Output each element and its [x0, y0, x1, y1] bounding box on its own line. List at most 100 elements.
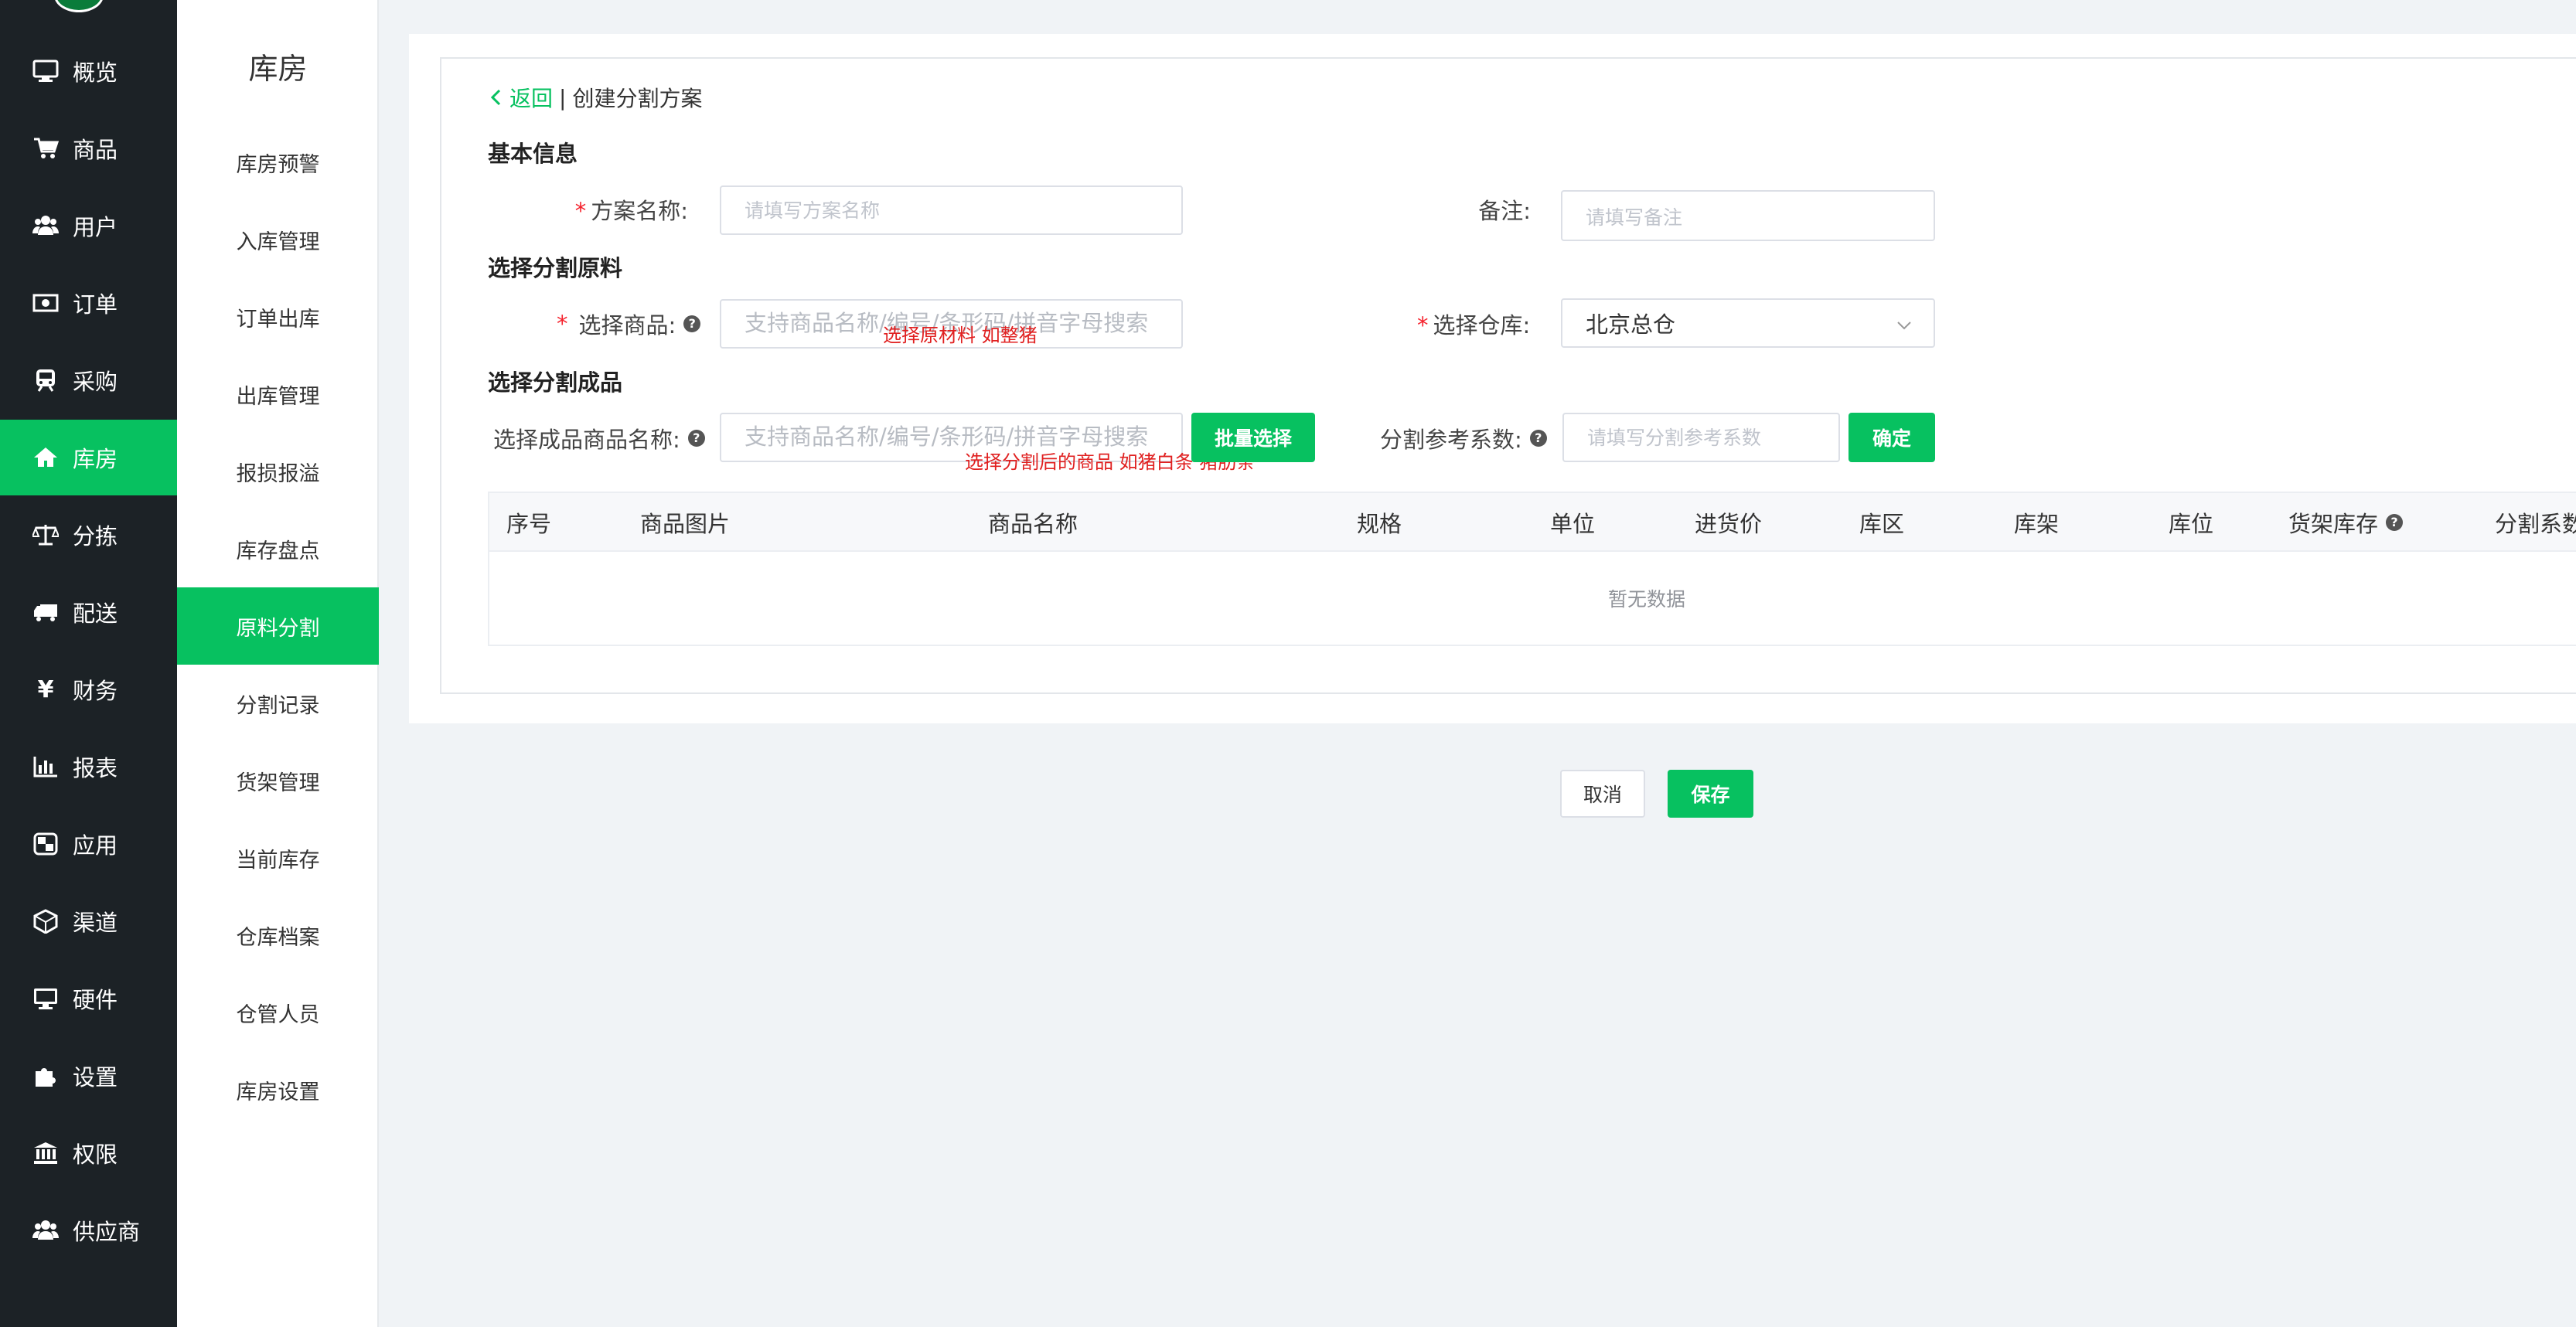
help-icon[interactable]: ?: [687, 430, 705, 447]
subnav-item-order-outbound[interactable]: 订单出库: [177, 278, 379, 356]
subnav-item-keepers[interactable]: 仓管人员: [177, 974, 379, 1051]
subnav-item-shelf-management[interactable]: 货架管理: [177, 742, 379, 819]
sidebar-item-suppliers[interactable]: 供应商: [0, 1193, 177, 1268]
apps-icon: [32, 832, 59, 856]
money-icon: [32, 291, 59, 315]
brand-logo[interactable]: [54, 0, 104, 12]
batch-select-button[interactable]: 批量选择: [1191, 413, 1315, 462]
section-basic-info: 基本信息: [488, 141, 578, 167]
plan-name-label: * 方案名称:: [574, 198, 688, 224]
col-header-spec: 规格: [1357, 511, 1402, 537]
subnav-title: 库房: [248, 52, 308, 86]
sidebar-item-label: 订单: [73, 291, 118, 318]
subnav-item-warehouse-settings[interactable]: 库房设置: [177, 1051, 379, 1128]
users-icon: [32, 1218, 59, 1243]
help-icon[interactable]: ?: [683, 315, 701, 332]
warehouse-label: * 选择仓库:: [1417, 312, 1531, 339]
split-coefficient-label: 分割参考系数: ?: [1380, 422, 1547, 454]
col-header-purchase-price: 进货价: [1695, 511, 1763, 537]
bank-icon: [32, 1141, 59, 1165]
split-products-table: 序号 商品图片 商品名称 规格 单位 进货价 库区 库架 库位 货架库存 ? 分…: [488, 492, 2576, 646]
main-sidebar: 概览 商品 用户 订单 采购 库房 分拣 配送 ¥ 财务 报表 应用 渠道 硬件…: [0, 0, 177, 1327]
sidebar-item-label: 应用: [73, 832, 118, 859]
sidebar-item-channels[interactable]: 渠道: [0, 883, 177, 959]
sidebar-item-finance[interactable]: ¥ 财务: [0, 652, 177, 727]
subnav-item-outbound[interactable]: 出库管理: [177, 356, 379, 433]
raw-product-annotation: 选择原材料 如整猪: [883, 325, 1038, 346]
plan-name-input[interactable]: [720, 185, 1183, 235]
sidebar-item-apps[interactable]: 应用: [0, 806, 177, 882]
sidebar-item-label: 采购: [73, 369, 118, 395]
sidebar-item-label: 财务: [73, 678, 118, 704]
sidebar-item-orders[interactable]: 订单: [0, 265, 177, 341]
sidebar-item-sorting[interactable]: 分拣: [0, 497, 177, 573]
monitor-icon: [32, 59, 59, 83]
col-header-name: 商品名称: [988, 511, 1078, 537]
warehouse-subnav: 库房 库房预警 入库管理 订单出库 出库管理 报损报溢 库存盘点 原料分割 分割…: [177, 0, 379, 1327]
sidebar-item-purchase[interactable]: 采购: [0, 342, 177, 418]
table-header: 序号 商品图片 商品名称 规格 单位 进货价 库区 库架 库位 货架库存 ? 分…: [489, 493, 2576, 552]
app-root: 概览 商品 用户 订单 采购 库房 分拣 配送 ¥ 财务 报表 应用 渠道 硬件…: [0, 0, 2576, 1327]
sidebar-item-label: 库房: [73, 446, 118, 472]
breadcrumb-separator: |: [559, 84, 567, 111]
confirm-button[interactable]: 确定: [1849, 413, 1935, 462]
sidebar-item-users[interactable]: 用户: [0, 188, 177, 264]
cube-icon: [32, 909, 59, 934]
warehouse-selected-value: 北京总仓: [1586, 311, 1676, 338]
col-header-index: 序号: [506, 511, 552, 537]
subnav-item-loss-overflow[interactable]: 报损报溢: [177, 433, 379, 510]
cancel-button[interactable]: 取消: [1560, 770, 1645, 818]
cart-icon: [32, 136, 59, 161]
subnav-item-stock-alert[interactable]: 库房预警: [177, 124, 379, 201]
sidebar-item-warehouse[interactable]: 库房: [0, 420, 177, 495]
section-finished-product: 选择分割成品: [488, 369, 623, 396]
sidebar-item-label: 概览: [73, 60, 118, 86]
sidebar-item-permissions[interactable]: 权限: [0, 1115, 177, 1191]
help-icon[interactable]: ?: [1529, 430, 1547, 447]
desktop-icon: [32, 986, 59, 1011]
chevron-down-icon: [1895, 314, 1913, 332]
col-header-zone: 库区: [1859, 511, 1905, 537]
remark-label: 备注:: [1478, 198, 1531, 224]
warehouse-select[interactable]: 北京总仓: [1561, 298, 1935, 348]
sidebar-item-label: 报表: [73, 755, 118, 781]
split-coefficient-input[interactable]: [1562, 413, 1840, 462]
sidebar-item-label: 用户: [73, 214, 118, 240]
subnav-item-current-stock[interactable]: 当前库存: [177, 819, 379, 897]
puzzle-icon: [32, 1063, 59, 1088]
sidebar-item-label: 渠道: [73, 910, 118, 936]
truck-icon: [32, 600, 59, 624]
col-header-split-coefficient: 分割系数: [2495, 511, 2576, 537]
sidebar-item-label: 权限: [73, 1142, 118, 1168]
sidebar-item-label: 设置: [73, 1064, 118, 1091]
section-raw-material: 选择分割原料: [488, 255, 623, 281]
col-header-unit: 单位: [1550, 511, 1596, 537]
subnav-item-material-split[interactable]: 原料分割: [177, 587, 379, 665]
subnav-item-stocktake[interactable]: 库存盘点: [177, 510, 379, 587]
bar-chart-icon: [32, 754, 59, 779]
sidebar-item-overview[interactable]: 概览: [0, 33, 177, 109]
col-header-location: 库位: [2169, 511, 2214, 537]
chevron-left-icon[interactable]: [488, 87, 505, 108]
sidebar-item-delivery[interactable]: 配送: [0, 574, 177, 650]
save-button[interactable]: 保存: [1668, 770, 1753, 818]
breadcrumb: 返回 | 创建分割方案: [488, 82, 702, 113]
subnav-item-split-records[interactable]: 分割记录: [177, 665, 379, 742]
sidebar-item-label: 分拣: [73, 523, 118, 550]
sidebar-item-hardware[interactable]: 硬件: [0, 961, 177, 1036]
users-icon: [32, 213, 59, 238]
help-icon[interactable]: ?: [2386, 514, 2404, 531]
subnav-item-inbound[interactable]: 入库管理: [177, 201, 379, 278]
sidebar-item-products[interactable]: 商品: [0, 111, 177, 186]
remark-textarea[interactable]: [1561, 190, 1935, 241]
subnav-item-warehouse-archive[interactable]: 仓库档案: [177, 897, 379, 974]
sidebar-item-label: 商品: [73, 137, 118, 163]
raw-product-label: * 选择商品: ?: [557, 308, 701, 340]
back-link[interactable]: 返回: [509, 82, 553, 113]
scale-icon: [32, 522, 59, 547]
col-header-shelf: 库架: [2014, 511, 2060, 537]
home-icon: [32, 445, 59, 470]
sidebar-item-settings[interactable]: 设置: [0, 1038, 177, 1114]
sidebar-item-reports[interactable]: 报表: [0, 729, 177, 805]
finished-product-label: 选择成品商品名称: ?: [493, 422, 705, 454]
